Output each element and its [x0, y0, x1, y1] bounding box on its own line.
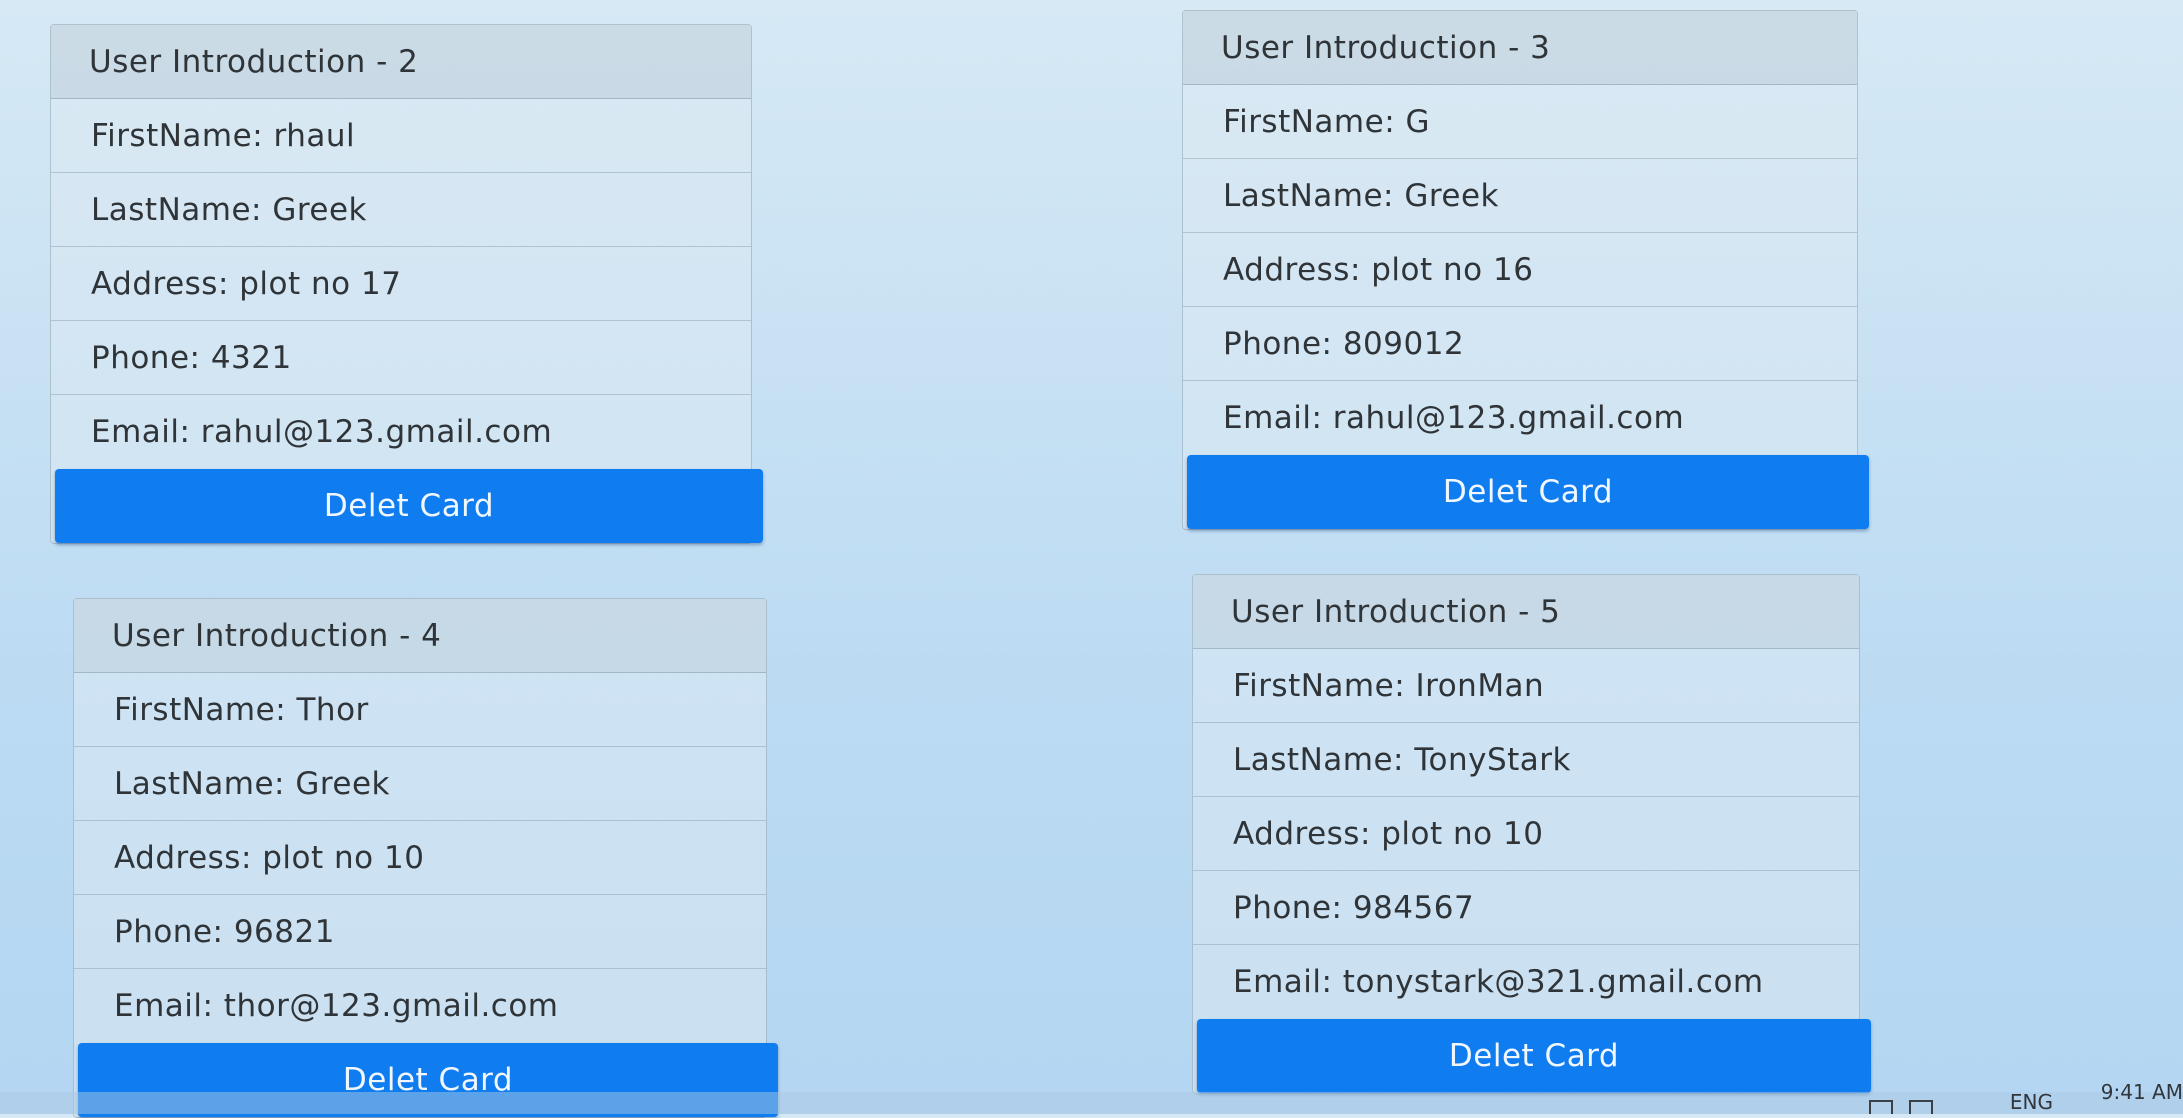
first-name-field: FirstName: G	[1183, 85, 1857, 159]
clock[interactable]: 9:41 AM	[2101, 1080, 2183, 1104]
user-card-2: User Introduction - 2 FirstName: rhaul L…	[50, 24, 763, 544]
user-card-3: User Introduction - 3 FirstName: G LastN…	[1182, 10, 1869, 530]
language-indicator[interactable]: ENG	[2010, 1090, 2053, 1114]
address-field: Address: plot no 17	[51, 247, 751, 321]
delete-card-button[interactable]: Delet Card	[55, 469, 763, 543]
last-name-field: LastName: Greek	[74, 747, 766, 821]
first-name-field: FirstName: Thor	[74, 673, 766, 747]
delete-card-button[interactable]: Delet Card	[1197, 1019, 1871, 1093]
phone-field: Phone: 984567	[1193, 871, 1859, 945]
address-field: Address: plot no 16	[1183, 233, 1857, 307]
phone-field: Phone: 96821	[74, 895, 766, 969]
user-card-5: User Introduction - 5 FirstName: IronMan…	[1192, 574, 1871, 1094]
card-title: User Introduction - 4	[74, 599, 766, 673]
delete-card-button[interactable]: Delet Card	[1187, 455, 1869, 529]
last-name-field: LastName: Greek	[1183, 159, 1857, 233]
email-field: Email: rahul@123.gmail.com	[1223, 400, 1685, 436]
phone-field: Phone: 809012	[1183, 307, 1857, 381]
last-name-field: LastName: Greek	[51, 173, 751, 247]
email-field: Email: thor@123.gmail.com	[114, 988, 559, 1024]
email-field: Email: rahul@123.gmail.com	[91, 414, 553, 450]
user-card-4: User Introduction - 4 FirstName: Thor La…	[73, 598, 778, 1118]
battery-icon[interactable]	[1909, 1100, 1933, 1114]
card-title: User Introduction - 2	[51, 25, 751, 99]
taskbar: ENG	[0, 1090, 2183, 1114]
network-icon[interactable]	[1869, 1100, 1893, 1114]
last-name-field: LastName: TonyStark	[1193, 723, 1859, 797]
first-name-field: FirstName: IronMan	[1193, 649, 1859, 723]
email-field: Email: tonystark@321.gmail.com	[1233, 964, 1764, 1000]
address-field: Address: plot no 10	[1193, 797, 1859, 871]
card-title: User Introduction - 3	[1183, 11, 1857, 85]
phone-field: Phone: 4321	[51, 321, 751, 395]
card-title: User Introduction - 5	[1193, 575, 1859, 649]
first-name-field: FirstName: rhaul	[51, 99, 751, 173]
address-field: Address: plot no 10	[74, 821, 766, 895]
